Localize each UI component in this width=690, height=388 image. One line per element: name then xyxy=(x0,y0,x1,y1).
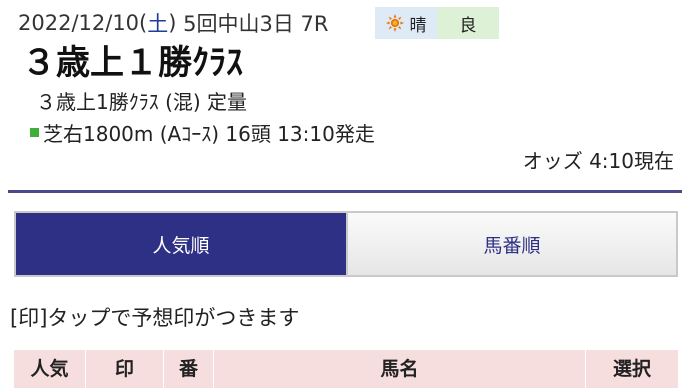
entries-table-header: 人気 印 番 馬名 選択 xyxy=(14,350,678,388)
weather-badge: 晴 xyxy=(375,7,437,39)
day-of-week: 土 xyxy=(147,12,169,36)
sort-tabs: 人気順 馬番順 xyxy=(14,211,678,277)
race-date: 2022/12/10 xyxy=(18,11,140,35)
course-info: 芝右1800m (Aｺｰｽ) 16頭 13:10発走 xyxy=(43,121,375,146)
race-date-line: 2022/12/10(土) 5回中山3日 7R xyxy=(18,6,329,40)
column-header-mark: 印 xyxy=(86,350,164,388)
race-title: ３歳上１勝ｸﾗｽ xyxy=(22,43,243,83)
odds-updated-time: オッズ 4:10現在 xyxy=(522,149,674,173)
race-meeting: 5回中山3日 7R xyxy=(183,12,329,36)
sun-icon xyxy=(385,14,404,32)
race-conditions: ３歳上1勝ｸﾗｽ (混) 定量 xyxy=(36,90,248,114)
column-header-horse-name: 馬名 xyxy=(214,350,586,388)
day-paren-close: ) xyxy=(168,11,177,35)
column-header-number: 番 xyxy=(164,350,214,388)
column-header-popularity: 人気 xyxy=(14,350,86,388)
weather-label: 晴 xyxy=(409,15,427,36)
tab-sort-horse-number[interactable]: 馬番順 xyxy=(346,213,676,275)
turf-square-icon xyxy=(30,127,39,137)
course-line: 芝右1800m (Aｺｰｽ) 16頭 13:10発走 xyxy=(30,118,375,146)
race-info-header: 2022/12/10(土) 5回中山3日 7R 晴 良 ３歳上１勝ｸﾗｽ ３歳上… xyxy=(0,0,690,190)
column-header-select: 選択 xyxy=(612,358,651,380)
track-condition-badge: 良 xyxy=(437,7,499,39)
track-condition-label: 良 xyxy=(459,15,477,36)
section-divider xyxy=(8,190,682,193)
tab-sort-popularity[interactable]: 人気順 xyxy=(16,213,346,275)
day-paren-open: ( xyxy=(139,11,148,35)
mark-hint-text: [印]タップで予想印がつきます xyxy=(10,306,300,330)
